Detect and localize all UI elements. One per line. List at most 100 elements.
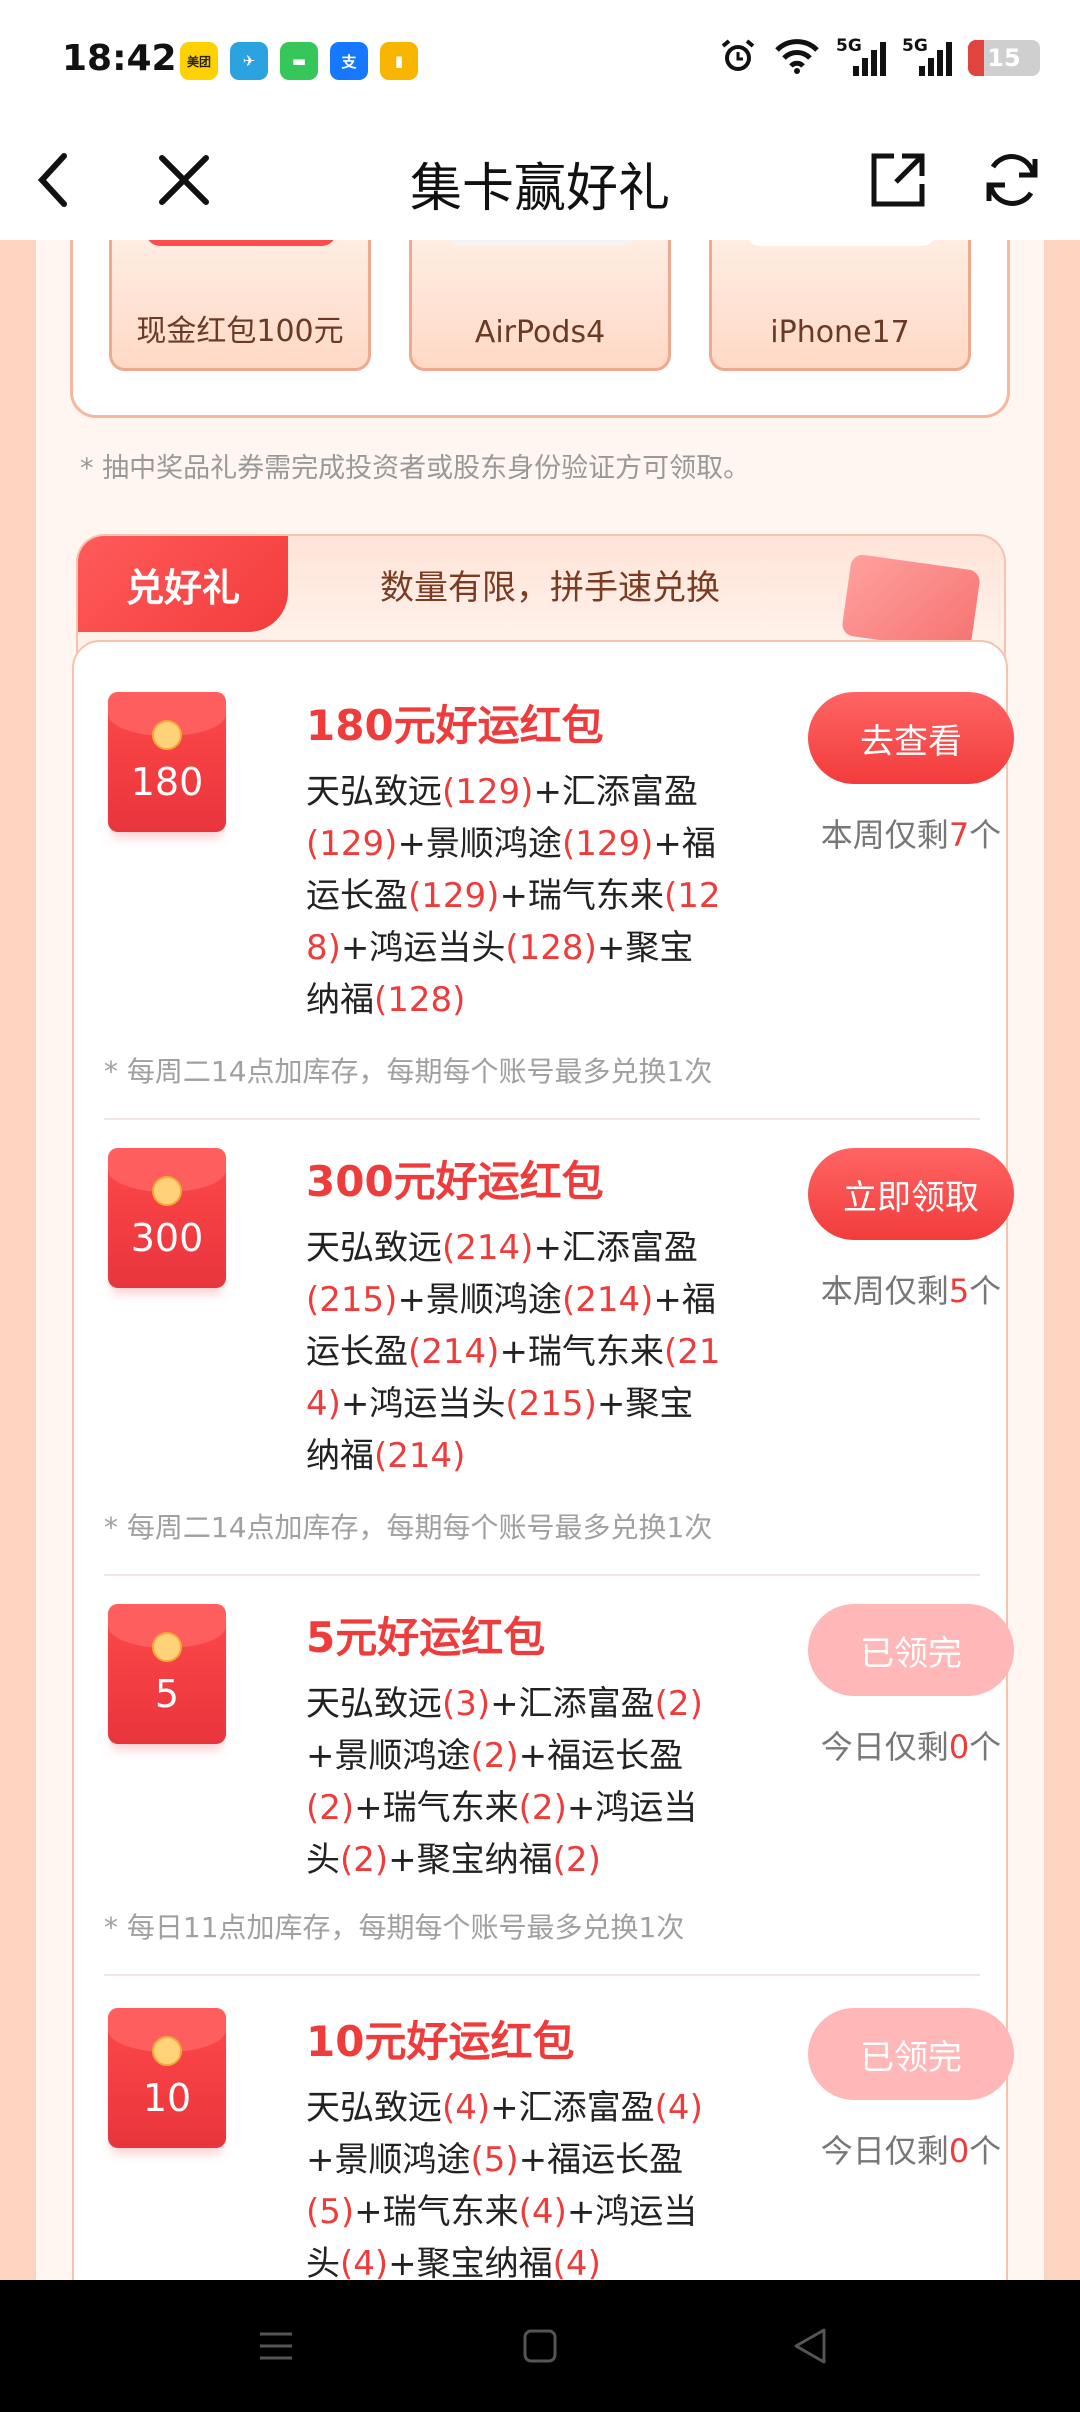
card-name: +汇添富盈 <box>490 1684 655 1724</box>
packet-amount: 300 <box>130 1216 204 1260</box>
signal-5g-icon-2: 5G <box>902 36 952 78</box>
stock-count: 0 <box>948 1728 970 1766</box>
card-count: (4) <box>442 2088 491 2128</box>
stock-prefix: 本周仅剩 <box>820 1272 949 1310</box>
item-requirements: 天弘致远(214)+汇添富盈(215)+景顺鸿途(214)+福运长盈(214)+… <box>306 1222 726 1482</box>
nav-bar: 集卡赢好礼 <box>0 120 1080 240</box>
card-count: (3) <box>442 1684 491 1724</box>
packet-amount: 10 <box>142 2076 192 2120</box>
prize-card-cash[interactable]: 100 现金红包100元 <box>109 240 371 371</box>
card-count: (128) <box>374 980 466 1020</box>
item-requirements: 天弘致远(129)+汇添富盈(129)+景顺鸿途(129)+福运长盈(129)+… <box>306 766 726 1026</box>
prize-label: AirPods4 <box>474 315 606 350</box>
restock-note: * 每周二14点加库存，每期每个账号最多兑换1次 <box>104 1055 713 1088</box>
status-app-icons: 美团 ✈ ▬ 支 ▮ <box>180 42 418 80</box>
exchange-list: 180 180元好运红包 天弘致远(129)+汇添富盈(129)+景顺鸿途(12… <box>72 640 1014 2280</box>
card-name: 天弘致远 <box>306 772 442 812</box>
red-packet-icon: 10 <box>108 2008 226 2148</box>
exchange-subtitle: 数量有限，拼手速兑换 <box>380 568 720 608</box>
card-count: (2) <box>470 1736 519 1776</box>
card-count: (2) <box>518 1788 567 1828</box>
card-name: +聚宝纳福 <box>388 2244 553 2280</box>
main-content[interactable]: 100 现金红包100元 AirPods4 iPhone17 * 抽中奖品礼券需… <box>0 240 1080 2280</box>
refresh-icon <box>986 154 1038 206</box>
wifi-icon <box>774 36 820 80</box>
card-name: 天弘致远 <box>306 2088 442 2128</box>
stock-prefix: 今日仅剩 <box>820 2132 949 2170</box>
card-count: (214) <box>374 1436 466 1476</box>
share-button[interactable] <box>866 148 930 212</box>
card-name: +聚宝纳福 <box>388 1840 553 1880</box>
card-count: (128) <box>505 928 597 968</box>
card-count: (5) <box>470 2140 519 2180</box>
item-requirements: 天弘致远(4)+汇添富盈(4)+景顺鸿途(5)+福运长盈(5)+瑞气东来(4)+… <box>306 2082 726 2280</box>
card-name: 天弘致远 <box>306 1684 442 1724</box>
status-bar: 18:42 美团 ✈ ▬ 支 ▮ 5G 5G 15 <box>0 0 1080 120</box>
item-title: 5元好运红包 <box>306 1613 546 1662</box>
card-count: (2) <box>552 1840 601 1880</box>
card-count: (2) <box>654 1684 703 1724</box>
card-count: (129) <box>561 824 654 864</box>
card-name: +景顺鸿途 <box>306 2140 471 2180</box>
sold-out-button[interactable]: 已领完 <box>808 1604 1014 1696</box>
prize-disclaimer: * 抽中奖品礼券需完成投资者或股东身份验证方可领取。 <box>80 453 751 484</box>
card-name: +景顺鸿途 <box>397 824 562 864</box>
battery-level: 15 <box>987 44 1021 72</box>
stock-count: 5 <box>948 1272 970 1310</box>
card-count: (214) <box>561 1280 654 1320</box>
red-packet-icon: 180 <box>108 692 226 832</box>
restock-note: * 每日11点加库存，每期每个账号最多兑换1次 <box>104 1911 685 1944</box>
stock-remaining: 今日仅剩0个 <box>808 2126 1014 2172</box>
card-name: +福运长盈 <box>518 2140 684 2180</box>
red-packet-icon: 100 <box>146 240 336 246</box>
claim-button[interactable]: 立即领取 <box>808 1148 1014 1240</box>
item-title: 300元好运红包 <box>306 1157 604 1206</box>
stock-suffix: 个 <box>969 2132 1002 2170</box>
stock-suffix: 个 <box>969 1272 1002 1310</box>
card-name: +瑞气东来 <box>499 876 664 916</box>
red-packet-icon: 5 <box>108 1604 226 1744</box>
refresh-button[interactable] <box>980 148 1044 212</box>
card-name: +汇添富盈 <box>533 1228 698 1268</box>
alipay-icon: 支 <box>330 42 368 80</box>
card-count: (214) <box>442 1228 534 1268</box>
restock-note: * 每周二14点加库存，每期每个账号最多兑换1次 <box>104 1511 713 1544</box>
status-time: 18:42 <box>62 38 177 79</box>
red-packet-decoration-icon <box>840 553 982 653</box>
battery-icon: 15 <box>968 40 1040 76</box>
card-count: (129) <box>442 772 534 812</box>
stock-prefix: 今日仅剩 <box>820 1728 949 1766</box>
back-key[interactable] <box>788 2324 832 2368</box>
card-name: +汇添富盈 <box>533 772 698 812</box>
card-name: +瑞气东来 <box>354 2192 519 2232</box>
card-name: +鸿运当头 <box>340 928 506 968</box>
packet-amount: 5 <box>154 1672 180 1716</box>
prize-showcase: 100 现金红包100元 AirPods4 iPhone17 <box>70 240 1010 418</box>
divider <box>104 1974 980 1976</box>
signal-5g-icon: 5G <box>836 36 886 78</box>
card-count: (4) <box>654 2088 703 2128</box>
card-count: (129) <box>306 824 398 864</box>
card-count: (4) <box>552 2244 601 2280</box>
back-triangle-icon <box>794 2328 826 2364</box>
sold-out-button[interactable]: 已领完 <box>808 2008 1014 2100</box>
prize-label: 现金红包100元 <box>136 314 344 349</box>
prize-card-iphone[interactable]: iPhone17 <box>709 240 971 371</box>
card-count: (215) <box>505 1384 597 1424</box>
card-count: (214) <box>408 1332 500 1372</box>
stock-count: 7 <box>948 816 970 854</box>
airpods-icon <box>446 240 636 246</box>
item-title: 10元好运红包 <box>306 2017 575 2066</box>
card-count: (215) <box>306 1280 398 1320</box>
menu-key[interactable] <box>254 2324 298 2368</box>
home-key[interactable] <box>518 2324 562 2368</box>
view-button[interactable]: 去查看 <box>808 692 1014 784</box>
content-inner: 100 现金红包100元 AirPods4 iPhone17 * 抽中奖品礼券需… <box>36 240 1044 2280</box>
packet-amount: 180 <box>130 760 204 804</box>
stock-remaining: 今日仅剩0个 <box>808 1722 1014 1768</box>
prize-card-airpods[interactable]: AirPods4 <box>409 240 671 371</box>
card-count: (2) <box>340 1840 389 1880</box>
card-name: +瑞气东来 <box>499 1332 664 1372</box>
card-count: (5) <box>306 2192 355 2232</box>
card-name: +福运长盈 <box>518 1736 684 1776</box>
